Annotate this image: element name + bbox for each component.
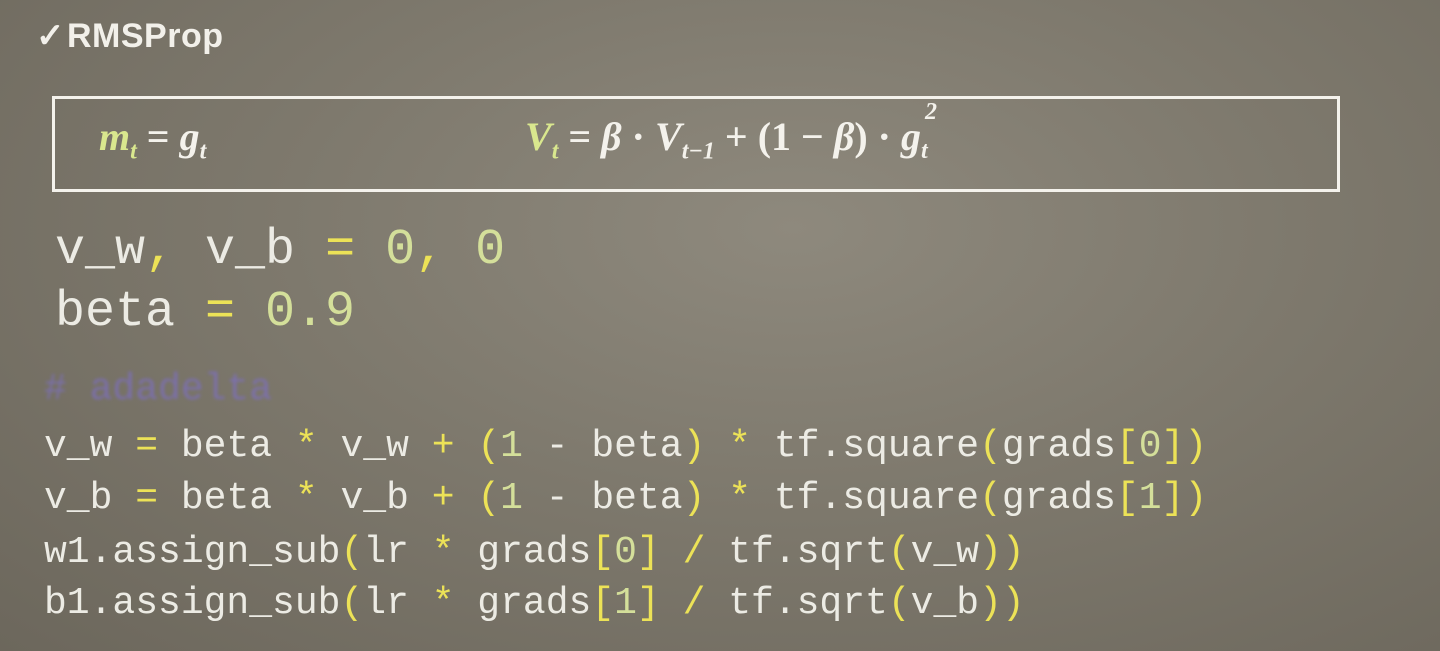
check-icon: ✓ <box>36 17 65 55</box>
code-line-init-v: v_w, v_b = 0, 0 <box>55 222 506 279</box>
slide-title-text: RMSProp <box>67 17 224 55</box>
code-line-update-vw: v_w = beta * v_w + (1 - beta) * tf.squar… <box>44 425 1208 468</box>
code-comment: # adadelta <box>44 368 273 411</box>
code-line-assign-w1: w1.assign_sub(lr * grads[0] / tf.sqrt(v_… <box>44 531 1025 574</box>
formula-m: mt = gt <box>99 114 207 165</box>
code-line-update-vb: v_b = beta * v_b + (1 - beta) * tf.squar… <box>44 477 1208 520</box>
formula-v: Vt = β · Vt−1 + (1 − β) · g2t <box>525 99 937 165</box>
code-line-assign-b1: b1.assign_sub(lr * grads[1] / tf.sqrt(v_… <box>44 582 1025 625</box>
code-line-beta: beta = 0.9 <box>55 284 356 341</box>
slide-title: ✓RMSProp <box>36 16 224 56</box>
formula-box: mt = gt Vt = β · Vt−1 + (1 − β) · g2t <box>52 96 1340 192</box>
